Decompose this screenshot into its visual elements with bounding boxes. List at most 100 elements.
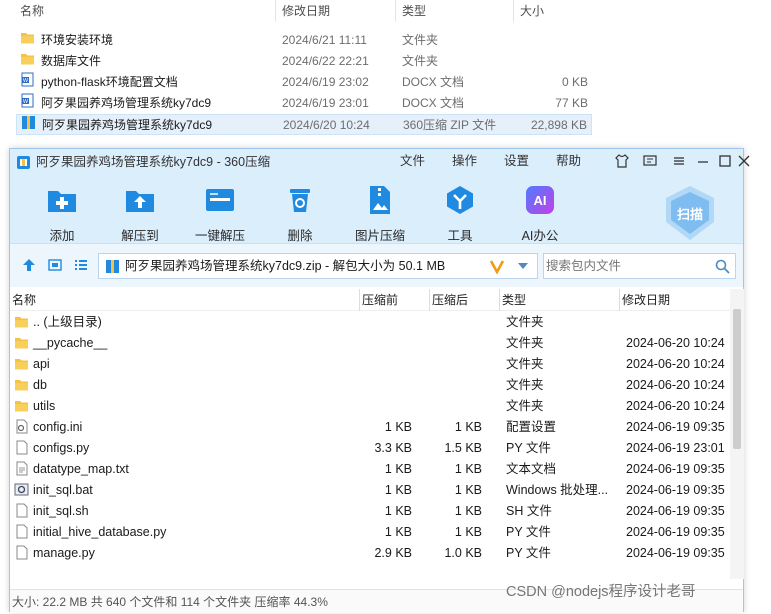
- explorer-row-size: 77 KB: [555, 96, 588, 110]
- file-row[interactable]: .. (上级目录) 文件夹: [10, 312, 730, 333]
- col-modified[interactable]: 修改日期: [620, 289, 730, 311]
- ai-office-button[interactable]: AI AI办公: [508, 184, 572, 244]
- file-row[interactable]: init_sql.bat 1 KB 1 KB Windows 批处理... 2024-0…: [10, 480, 730, 501]
- explorer-col-date[interactable]: 修改日期: [276, 0, 396, 22]
- extract-to-button[interactable]: 解压到: [108, 184, 172, 244]
- minimize-icon[interactable]: [694, 153, 712, 171]
- explorer-row-date: 2024/6/21 11:11: [282, 33, 367, 47]
- menu-file[interactable]: 文件: [400, 149, 425, 173]
- file-row[interactable]: manage.py 2.9 KB 1.0 KB PY 文件 2024-06-19 09:…: [10, 543, 730, 564]
- file-modified: 2024-06-19 09:35: [626, 420, 725, 434]
- file-name-text: api: [33, 357, 50, 371]
- explorer-row[interactable]: 阿歹果园养鸡场管理系统ky7dc9 2024/6/20 10:24 360压缩 ZI…: [16, 114, 592, 135]
- search-input[interactable]: [546, 256, 706, 276]
- file-row[interactable]: init_sql.sh 1 KB 1 KB SH 文件 2024-06-19 09:35: [10, 501, 730, 522]
- col-compressed-after[interactable]: 压缩后: [430, 289, 500, 311]
- file-modified: 2024-06-20 10:24: [626, 378, 725, 392]
- folder-icon: [14, 398, 29, 413]
- file-modified: 2024-06-19 09:35: [626, 546, 725, 560]
- menu-operation[interactable]: 操作: [452, 149, 477, 173]
- file-name-text: config.ini: [33, 420, 83, 434]
- list-view-icon[interactable]: [74, 258, 88, 272]
- explorer-row[interactable]: 数据库文件 2024/6/22 22:21 文件夹: [16, 51, 592, 72]
- scan-button[interactable]: 扫描: [663, 184, 717, 242]
- file-row[interactable]: configs.py 3.3 KB 1.5 KB PY 文件 2024-06-19 23…: [10, 438, 730, 459]
- svg-text:W: W: [23, 78, 29, 84]
- tools-button[interactable]: 工具: [428, 184, 492, 244]
- archive-path-text: 阿歹果园养鸡场管理系统ky7dc9.zip - 解包大小为 50.1 MB: [125, 259, 446, 273]
- archive-path-field[interactable]: 阿歹果园养鸡场管理系统ky7dc9.zip - 解包大小为 50.1 MB: [98, 253, 538, 279]
- explorer-row-date: 2024/6/20 10:24: [283, 118, 370, 132]
- menu-settings[interactable]: 设置: [504, 149, 529, 173]
- file-size-after: 1 KB: [454, 483, 482, 497]
- ai-office-icon: AI: [526, 186, 554, 214]
- file-size-before: 1 KB: [384, 504, 412, 518]
- file-size-after: 1 KB: [454, 420, 482, 434]
- scrollbar-thumb[interactable]: [733, 309, 741, 449]
- close-icon[interactable]: [737, 153, 751, 171]
- add-button[interactable]: 添加: [30, 184, 94, 244]
- skin-icon[interactable]: [613, 153, 631, 171]
- explorer-row-date: 2024/6/22 22:21: [282, 54, 369, 68]
- svg-text:AI: AI: [534, 193, 547, 208]
- one-click-extract-button[interactable]: 一键解压: [188, 184, 252, 244]
- file-modified: 2024-06-19 09:35: [626, 462, 725, 476]
- explorer-row-type: DOCX 文档: [402, 96, 465, 110]
- archive-window: 阿歹果园养鸡场管理系统ky7dc9 - 360压缩 文件 操作 设置 帮助 添加: [9, 148, 750, 613]
- file-row[interactable]: utils 文件夹 2024-06-20 10:24: [10, 396, 730, 417]
- vip-icon[interactable]: [489, 258, 505, 274]
- file-type: 文件夹: [506, 378, 544, 392]
- delete-icon: [290, 189, 310, 212]
- chevron-down-icon[interactable]: [517, 262, 529, 270]
- image-compress-button[interactable]: 图片压缩: [348, 184, 412, 244]
- up-arrow-icon[interactable]: [22, 258, 36, 272]
- file-name-text: utils: [33, 399, 56, 413]
- file-type: 配置设置: [506, 420, 557, 434]
- window-title: 阿歹果园养鸡场管理系统ky7dc9 - 360压缩: [36, 155, 271, 169]
- search-icon[interactable]: [715, 259, 730, 274]
- file-name: configs.py: [14, 438, 89, 459]
- explorer-row-date: 2024/6/19 23:01: [282, 96, 369, 110]
- bat-file-icon: [14, 482, 29, 497]
- maximize-icon[interactable]: [716, 153, 734, 171]
- file-row[interactable]: db 文件夹 2024-06-20 10:24: [10, 375, 730, 396]
- file-row[interactable]: __pycache__ 文件夹 2024-06-20 10:24: [10, 333, 730, 354]
- explorer-row[interactable]: 环境安装环境 2024/6/21 11:11 文件夹: [16, 30, 592, 51]
- file-name-text: .. (上级目录): [33, 315, 102, 329]
- file-name: initial_hive_database.py: [14, 522, 166, 543]
- file-size-before: 2.9 KB: [374, 546, 412, 560]
- explorer-col-size[interactable]: 大小: [514, 0, 596, 22]
- file-row[interactable]: datatype_map.txt 1 KB 1 KB 文本文档 2024-06-19 0…: [10, 459, 730, 480]
- file-icon: [14, 503, 29, 518]
- file-row[interactable]: api 文件夹 2024-06-20 10:24: [10, 354, 730, 375]
- vertical-scrollbar[interactable]: [730, 289, 744, 579]
- col-name[interactable]: 名称: [10, 289, 360, 311]
- explorer-row-name-text: 阿歹果园养鸡场管理系统ky7dc9: [41, 96, 212, 111]
- explorer-row-name-text: 环境安装环境: [41, 33, 114, 48]
- thumbnail-view-icon[interactable]: [48, 258, 62, 272]
- explorer-row[interactable]: W 阿歹果园养鸡场管理系统ky7dc9 2024/6/19 23:01 DOCX 文档…: [16, 93, 592, 114]
- file-row[interactable]: config.ini 1 KB 1 KB 配置设置 2024-06-19 09:35: [10, 417, 730, 438]
- delete-button[interactable]: 删除: [268, 184, 332, 244]
- menu-icon[interactable]: [670, 153, 688, 171]
- file-row[interactable]: initial_hive_database.py 1 KB 1 KB PY 文件 202…: [10, 522, 730, 543]
- explorer-col-name[interactable]: 名称: [14, 0, 276, 22]
- file-type: PY 文件: [506, 546, 551, 560]
- explorer-row-name-text: 阿歹果园养鸡场管理系统ky7dc9: [42, 118, 213, 133]
- add-icon: [48, 191, 76, 212]
- search-box[interactable]: [543, 253, 736, 279]
- extract-to-icon: [126, 191, 154, 212]
- file-type: 文件夹: [506, 357, 544, 371]
- explorer-row[interactable]: Wpython-flask环境配置文档 2024/6/19 23:02 DOCX 文…: [16, 72, 592, 93]
- explorer-col-type[interactable]: 类型: [396, 0, 514, 22]
- menu-help[interactable]: 帮助: [556, 149, 581, 173]
- file-name: .. (上级目录): [14, 312, 102, 333]
- feedback-icon[interactable]: [641, 153, 659, 171]
- folder-icon: [20, 30, 35, 52]
- explorer-row-type: DOCX 文档: [402, 75, 465, 89]
- explorer-row-name-text: 数据库文件: [41, 54, 102, 69]
- file-list-header: 名称 压缩前 压缩后 类型 修改日期: [10, 289, 730, 311]
- one-click-extract-icon: [206, 189, 234, 211]
- col-compressed-before[interactable]: 压缩前: [360, 289, 430, 311]
- col-type[interactable]: 类型: [500, 289, 620, 311]
